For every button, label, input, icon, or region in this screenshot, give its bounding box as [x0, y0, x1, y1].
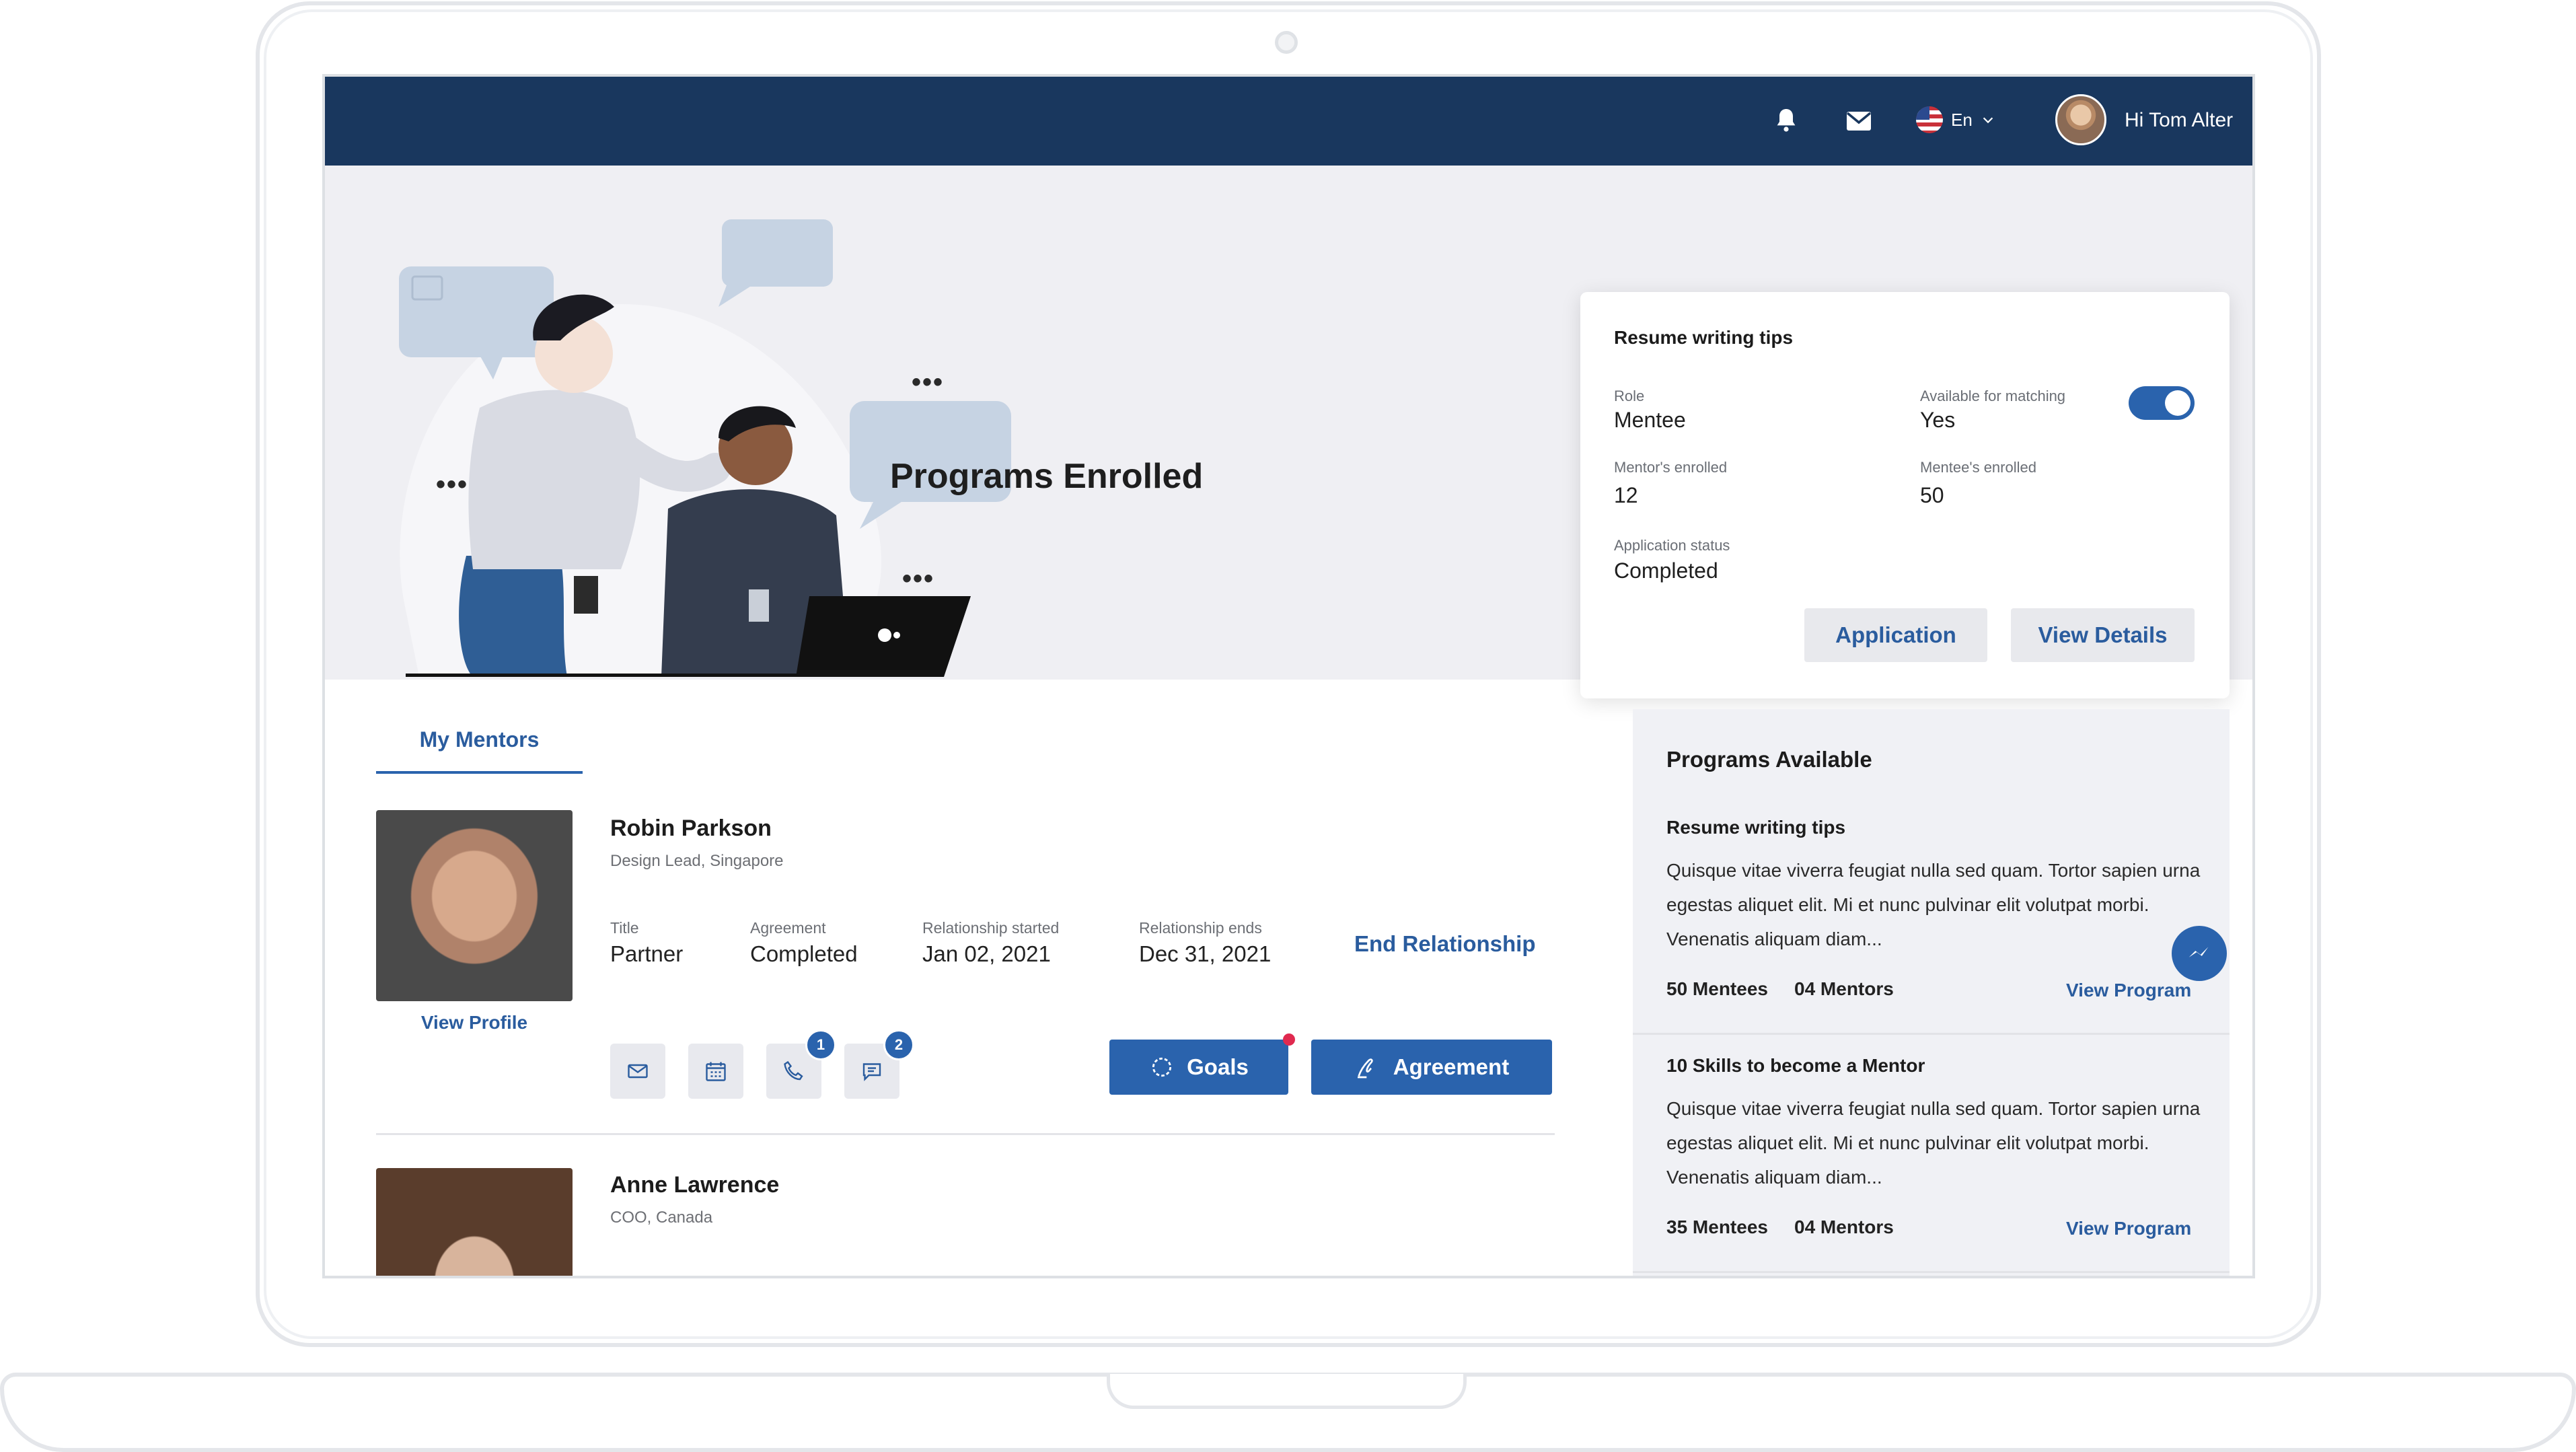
mentees-enrolled-value: 50	[1920, 483, 1944, 507]
view-profile-link[interactable]: View Profile	[376, 1012, 573, 1033]
mentors-enrolled-label: Mentor's enrolled	[1614, 459, 1728, 476]
program-summary-card: Resume writing tips Role Mentee Availabl…	[1580, 292, 2230, 698]
programs-available-panel: Programs Available Resume writing tips Q…	[1633, 709, 2230, 1276]
agreement-button[interactable]: Agreement	[1311, 1040, 1552, 1095]
mentor-name: Anne Lawrence	[610, 1172, 780, 1198]
available-label: Available for matching	[1920, 388, 2066, 404]
view-program-link[interactable]: View Program	[2066, 980, 2191, 1001]
email-mentor-button[interactable]	[610, 1044, 665, 1099]
goals-button-label: Goals	[1187, 1054, 1249, 1079]
mail-icon[interactable]	[1843, 105, 1875, 137]
program-description: Quisque vitae viverra feugiat nulla sed …	[1666, 860, 2201, 949]
card-title: Resume writing tips	[1614, 327, 1794, 348]
notification-dot	[1283, 1033, 1295, 1046]
agreement-label: Agreement	[750, 919, 826, 937]
mentor-divider	[376, 1133, 1555, 1135]
agreement-button-label: Agreement	[1393, 1054, 1510, 1079]
language-selector[interactable]: En	[1916, 106, 1995, 133]
messenger-button[interactable]	[2172, 926, 2227, 981]
application-status-value: Completed	[1614, 558, 1718, 583]
app-screen: En Hi Tom Alter ••• ••• ••• Programs Enr…	[322, 74, 2255, 1278]
mentees-enrolled-label: Mentee's enrolled	[1920, 459, 2036, 476]
goals-button[interactable]: Goals	[1109, 1040, 1288, 1095]
phone-icon	[784, 1060, 803, 1081]
panel-title: Programs Available	[1666, 747, 1872, 772]
role-label: Role	[1614, 388, 1645, 404]
relationship-started-label: Relationship started	[922, 919, 1060, 937]
user-avatar[interactable]	[2055, 94, 2106, 145]
camera	[1275, 31, 1298, 54]
user-greeting[interactable]: Hi Tom Alter	[2125, 109, 2233, 132]
program-divider	[1633, 1271, 2230, 1273]
program-description: Quisque vitae viverra feugiat nulla sed …	[1666, 1098, 2201, 1188]
top-navbar: En Hi Tom Alter	[325, 77, 2252, 166]
target-icon	[1152, 1057, 1172, 1077]
chat-count-badge: 2	[883, 1029, 914, 1060]
role-value: Mentee	[1614, 408, 1686, 432]
program-mentors: 04 Mentors	[1794, 1217, 1894, 1237]
mentor-name: Robin Parkson	[610, 815, 772, 841]
title-value: Partner	[610, 941, 684, 966]
available-value: Yes	[1920, 408, 1956, 432]
laptop-notch	[1107, 1374, 1467, 1409]
schedule-button[interactable]	[688, 1044, 743, 1099]
view-program-link[interactable]: View Program	[2066, 1218, 2191, 1239]
program-title: 10 Skills to become a Mentor	[1666, 1055, 1925, 1076]
end-relationship-link[interactable]: End Relationship	[1354, 931, 1536, 957]
program-mentors: 04 Mentors	[1794, 978, 1894, 999]
page-title: Programs Enrolled	[890, 457, 1204, 496]
application-status-label: Application status	[1614, 537, 1730, 554]
program-title: Resume writing tips	[1666, 817, 1846, 838]
mentor-subtitle: COO, Canada	[610, 1208, 713, 1227]
application-button[interactable]: Application	[1804, 608, 1987, 662]
view-details-button[interactable]: View Details	[2011, 608, 2195, 662]
mentoring-illustration	[399, 219, 1011, 677]
chat-icon	[862, 1063, 881, 1081]
relationship-ends-label: Relationship ends	[1139, 919, 1262, 937]
mail-icon	[628, 1064, 648, 1079]
program-mentees: 50 Mentees	[1666, 978, 1768, 999]
mentor-photo	[376, 810, 573, 1001]
messenger-icon	[2188, 947, 2209, 957]
program-divider	[1633, 1033, 2230, 1035]
available-toggle[interactable]	[2129, 386, 2195, 420]
hero-banner: ••• ••• ••• Programs Enrolled Resume wri…	[325, 166, 2252, 725]
language-label: En	[1951, 109, 1973, 130]
ellipsis-decoration: •••	[902, 564, 935, 593]
mentor-subtitle: Design Lead, Singapore	[610, 852, 784, 870]
agreement-value: Completed	[750, 941, 858, 966]
chevron-down-icon	[1983, 117, 1993, 124]
mentor-photo	[376, 1168, 573, 1276]
program-mentees: 35 Mentees	[1666, 1217, 1768, 1237]
tab-my-mentors[interactable]: My Mentors	[376, 711, 583, 774]
title-label: Title	[610, 919, 639, 937]
call-count-badge: 1	[805, 1029, 836, 1060]
mentors-enrolled-value: 12	[1614, 483, 1638, 507]
relationship-ends-value: Dec 31, 2021	[1139, 941, 1272, 966]
us-flag-icon	[1916, 106, 1943, 133]
calendar-icon	[706, 1062, 726, 1081]
signature-icon	[1357, 1058, 1373, 1079]
ellipsis-decoration: •••	[436, 470, 469, 499]
ellipsis-decoration: •••	[912, 367, 945, 397]
bell-icon[interactable]	[1770, 105, 1802, 137]
relationship-started-value: Jan 02, 2021	[922, 941, 1051, 966]
